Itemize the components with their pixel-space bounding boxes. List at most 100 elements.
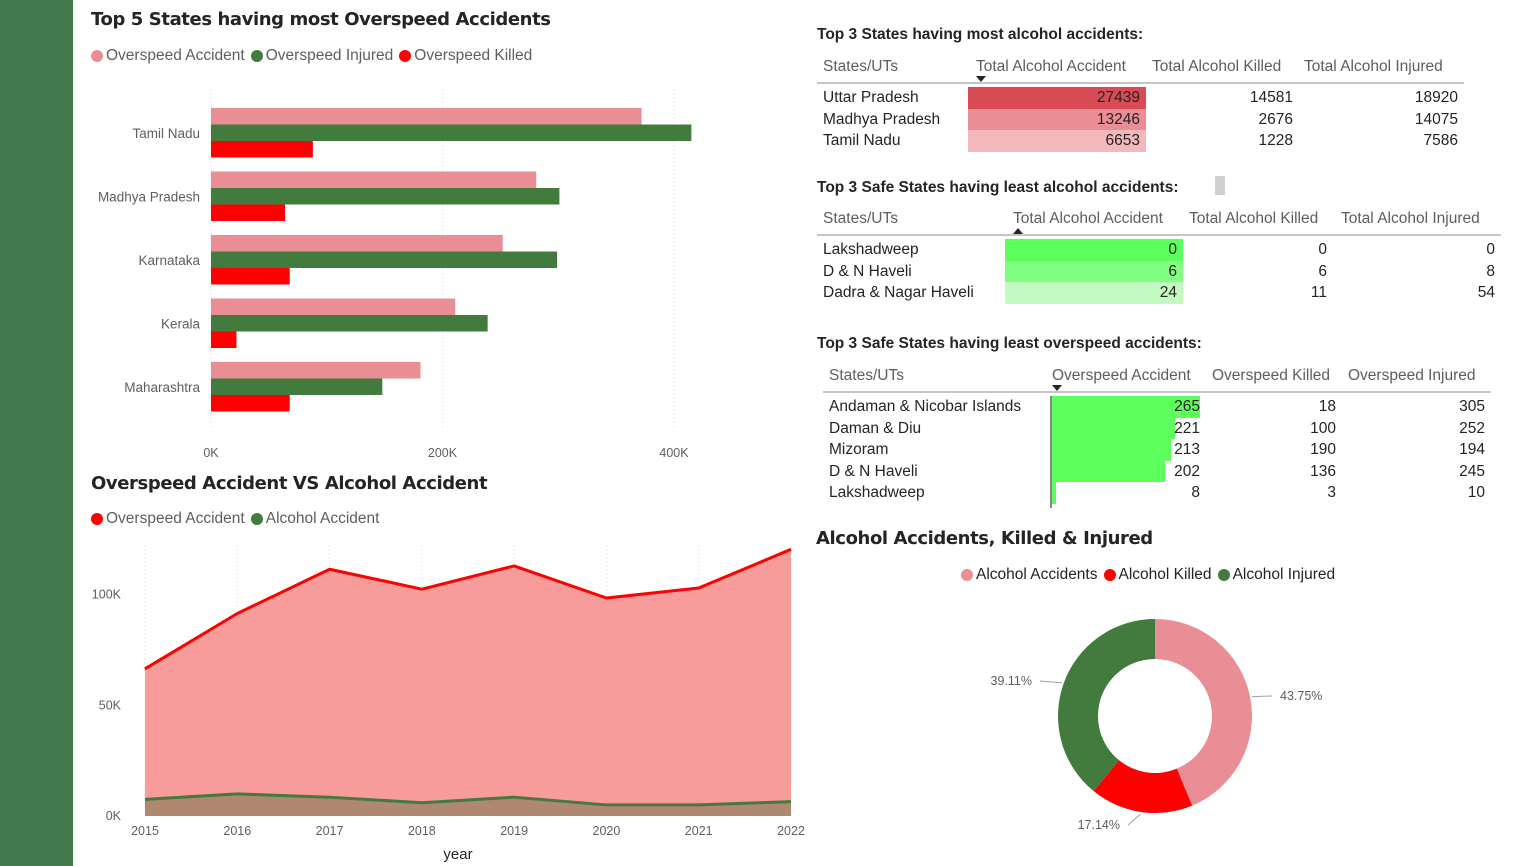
cell-killed: 6 [1318,262,1327,280]
bar-overspeed-killed [211,141,313,158]
legend-dot-icon [91,50,103,62]
cell-injured: 252 [1459,419,1485,437]
overspeed-bar-chart: 0K 200K 400K Tamil Nadu Madhya Pradesh Karnat… [98,90,692,460]
column-header-states[interactable]: States/UTs [823,210,898,228]
column-header-states[interactable]: States/UTs [823,58,898,76]
legend-label: Alcohol Injured [1232,566,1336,583]
cell-accident: 0 [1168,241,1177,258]
legend-label: Overspeed Killed [414,47,533,64]
legend-dot-icon [961,569,973,581]
cell-accident: 6 [1168,262,1177,280]
cell-killed: 11 [1310,284,1327,302]
table-row[interactable]: Dadra & Nagar Haveli 24 11 54 [817,282,1501,304]
cell-state: Dadra & Nagar Haveli [823,284,974,302]
cell-accident: 221 [1174,419,1200,437]
column-header-total-alcohol-accident[interactable]: Total Alcohol Accident [976,58,1126,76]
cell-accident: 27439 [1096,89,1140,106]
cell-state: Madhya Pradesh [823,110,941,128]
y-category-label: Tamil Nadu [132,126,200,141]
legend-dot-icon [399,50,412,62]
legend-dot-icon [1217,569,1230,581]
column-header-total-alcohol-accident[interactable]: Total Alcohol Accident [1013,210,1163,228]
bar-overspeed-injured [211,251,558,268]
column-header-total-alcohol-killed[interactable]: Total Alcohol Killed [1189,210,1318,228]
table-row[interactable]: D & N Haveli 6 6 8 [817,260,1501,283]
sort-ascending-icon[interactable] [1013,228,1023,234]
column-header-states[interactable]: States/UTs [829,367,904,385]
table-row[interactable]: Tamil Nadu 6653 1228 7586 [817,130,1464,152]
databar [1052,482,1057,504]
x-tick-label: 2022 [777,824,805,838]
table-least-overspeed: States/UTs Overspeed Accident Overspeed … [823,363,1491,508]
table-least-alcohol: States/UTs Total Alcohol Accident Total … [817,206,1501,304]
overspeed-vs-alcohol-area-chart: 2015 2016 2017 2018 2019 2020 2021 2022 0K 50K 100… [92,546,805,863]
legend-dot-icon [250,50,263,62]
cell-killed: 18 [1318,398,1336,415]
cell-injured: 7586 [1423,132,1458,150]
cell-killed: 190 [1310,441,1336,459]
table-row[interactable]: Andaman & Nicobar Islands 265 18 305 [823,396,1491,418]
cell-accident: 24 [1159,284,1177,302]
cell-killed: 3 [1327,484,1336,502]
column-header-total-alcohol-injured[interactable]: Total Alcohol Injured [1304,58,1443,76]
legend-label: Alcohol Accidents [976,566,1098,583]
column-header-overspeed-accident[interactable]: Overspeed Accident [1052,367,1191,385]
cell-state: Daman & Diu [829,419,922,437]
cell-state: Uttar Pradesh [823,89,919,106]
cell-injured: 305 [1459,398,1485,415]
legend-item-overspeed-injured[interactable]: Overspeed Injured [250,47,394,65]
legend-dot-icon [91,513,103,525]
bar-overspeed-accident [211,298,456,315]
y-tick-label: 100K [92,588,122,602]
legend-item-alcohol-injured[interactable]: Alcohol Injured [1217,566,1336,584]
cell-accident: 13246 [1096,110,1140,128]
table-most-alcohol: States/UTs Total Alcohol Accident Total … [817,54,1464,152]
column-header-overspeed-injured[interactable]: Overspeed Injured [1348,367,1476,385]
cell-state: Lakshadweep [823,241,919,258]
legend-item-alcohol-killed[interactable]: Alcohol Killed [1103,566,1212,584]
cell-highlight [1005,260,1183,283]
table-row[interactable]: Daman & Diu 221 100 252 [823,417,1491,440]
sort-descending-icon[interactable] [976,76,986,82]
donut-data-label: 17.14% [1078,818,1120,832]
cell-injured: 0 [1486,241,1495,258]
legend-item-overspeed-accident[interactable]: Overspeed Accident [91,47,245,65]
cell-injured: 54 [1477,284,1495,302]
bar-chart-title: Top 5 States having most Overspeed Accid… [91,9,551,30]
table-header: States/UTs Total Alcohol Accident Total … [817,206,1501,236]
table-row[interactable]: D & N Haveli 202 136 245 [823,460,1491,483]
x-tick-label: 2015 [131,824,159,838]
column-header-overspeed-killed[interactable]: Overspeed Killed [1212,367,1330,385]
sort-descending-icon[interactable] [1052,385,1062,391]
table-row[interactable]: Madhya Pradesh 13246 2676 14075 [817,108,1464,131]
table-row[interactable]: Lakshadweep 8 3 10 [823,482,1491,504]
table-least-alcohol-title: Top 3 Safe States having least alcohol a… [817,179,1179,196]
bar-overspeed-killed [211,331,237,348]
donut-chart-title: Alcohol Accidents, Killed & Injured [816,528,1153,549]
legend-item-overspeed-killed[interactable]: Overspeed Killed [399,47,532,65]
bar-overspeed-injured [211,188,560,205]
bar-overspeed-injured [211,378,383,395]
scrollbar-thumb[interactable] [1215,176,1225,195]
table-row[interactable]: Lakshadweep 0 0 0 [817,239,1501,261]
legend-label: Overspeed Injured [265,47,394,64]
column-header-total-alcohol-injured[interactable]: Total Alcohol Injured [1341,210,1480,228]
bar-overspeed-accident [211,108,642,125]
table-least-overspeed-title: Top 3 Safe States having least overspeed… [817,335,1202,352]
table-row[interactable]: Mizoram 213 190 194 [823,439,1491,461]
legend-item-alcohol-accident[interactable]: Alcohol Accident [250,510,379,528]
legend-item-overspeed-accident[interactable]: Overspeed Accident [91,510,245,528]
bar-overspeed-accident [211,171,537,188]
column-header-total-alcohol-killed[interactable]: Total Alcohol Killed [1152,58,1281,76]
cell-state: Andaman & Nicobar Islands [829,398,1022,415]
bar-overspeed-injured [211,124,692,141]
table-row[interactable]: Uttar Pradesh 27439 14581 18920 [817,87,1464,109]
y-tick-label: 0K [106,809,122,823]
legend-item-alcohol-accidents[interactable]: Alcohol Accidents [961,566,1098,584]
cell-killed: 1228 [1258,132,1293,150]
databar [1052,439,1171,461]
cell-highlight [1005,239,1183,261]
x-tick-label: 2018 [408,824,436,838]
cell-injured: 245 [1459,462,1485,480]
x-tick-label: 2020 [593,824,621,838]
